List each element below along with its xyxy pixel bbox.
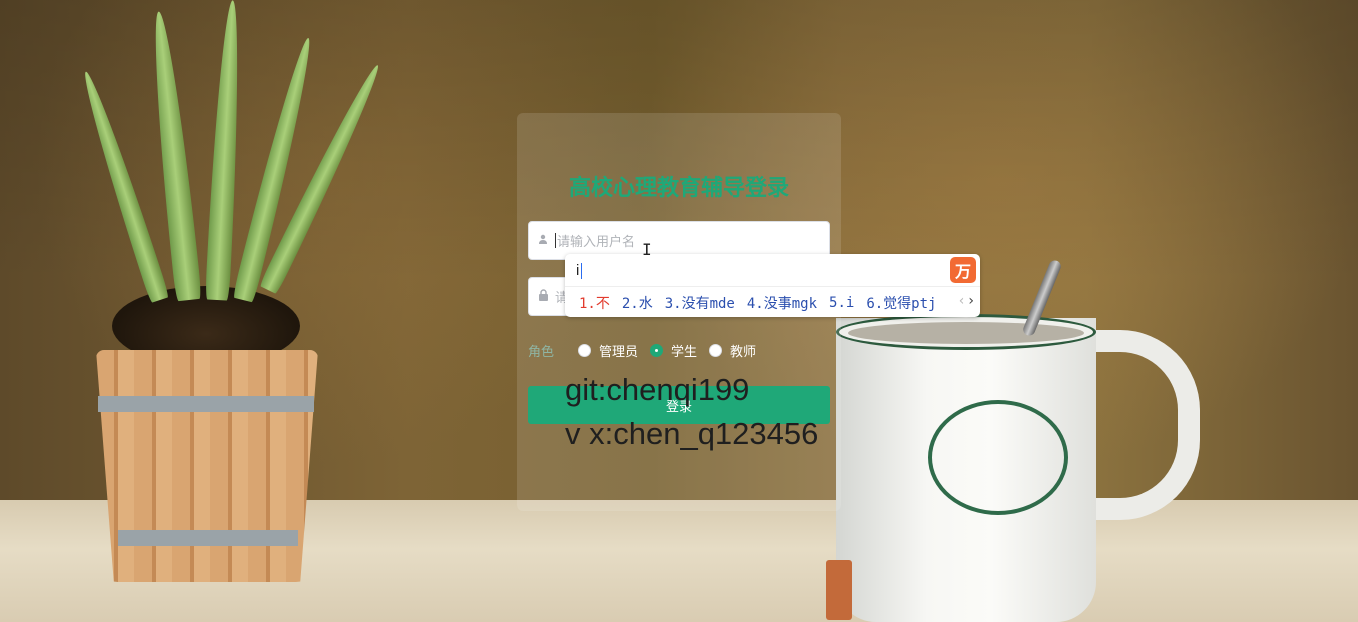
ime-candidate-list: 1.不 2.水 3.没有mde 4.没事mgk 5.i 6.觉得ptj — [579, 293, 948, 313]
role-radio-label: 学生 — [671, 344, 698, 360]
teabag-tag — [826, 560, 852, 620]
watermark-wechat: v x:chen_q123456 — [565, 416, 819, 451]
ime-candidate[interactable]: 2.水 — [622, 293, 653, 313]
radio-button[interactable] — [709, 343, 723, 357]
radio-button-checked[interactable] — [650, 343, 664, 357]
username-placeholder: 请输入用户名 — [557, 235, 636, 250]
chevron-right-icon[interactable]: › — [968, 293, 974, 309]
watermark-git: git:chenqi199 — [565, 372, 750, 407]
role-radio-student[interactable]: 学生 — [650, 341, 697, 360]
role-radio-admin[interactable]: 管理员 — [578, 341, 638, 360]
text-caret — [555, 233, 556, 248]
ime-cursor — [581, 262, 583, 279]
role-radio-label: 教师 — [730, 344, 757, 360]
ime-candidate[interactable]: 1.不 — [579, 293, 610, 313]
login-title: 高校心理教育辅导登录 — [568, 176, 789, 201]
mug-emblem — [928, 400, 1068, 515]
pot-band — [98, 396, 314, 412]
role-radio-teacher[interactable]: 教师 — [709, 341, 756, 360]
role-radio-label: 管理员 — [599, 344, 639, 360]
login-title-wrap: 高校心理教育辅导登录 — [517, 170, 841, 202]
wooden-pot — [96, 350, 318, 582]
ime-candidate[interactable]: 3.没有mde — [665, 293, 735, 313]
ime-candidate-window: i 万 1.不 2.水 3.没有mde 4.没事mgk 5.i 6.觉得ptj … — [565, 254, 980, 317]
ime-candidate[interactable]: 5.i — [829, 295, 854, 311]
chevron-left-icon[interactable]: ‹ — [959, 293, 965, 309]
ime-divider — [565, 286, 980, 287]
ime-logo-icon[interactable]: 万 — [950, 257, 976, 283]
radio-button[interactable] — [578, 343, 591, 357]
ime-composition: i — [576, 262, 583, 279]
ime-candidate[interactable]: 6.觉得ptj — [866, 293, 936, 313]
role-label: 角色 — [528, 344, 555, 360]
user-icon — [531, 234, 555, 247]
pot-band — [118, 530, 298, 546]
ime-composition-text: i — [576, 262, 580, 279]
role-selector: 角色 管理员 学生 教师 — [528, 340, 768, 360]
ime-candidate[interactable]: 4.没事mgk — [747, 293, 817, 313]
ime-page-nav: ‹ › — [959, 293, 974, 309]
mug-inner — [848, 322, 1084, 344]
ibeam-cursor-icon: I — [642, 240, 652, 259]
lock-icon — [531, 289, 555, 304]
